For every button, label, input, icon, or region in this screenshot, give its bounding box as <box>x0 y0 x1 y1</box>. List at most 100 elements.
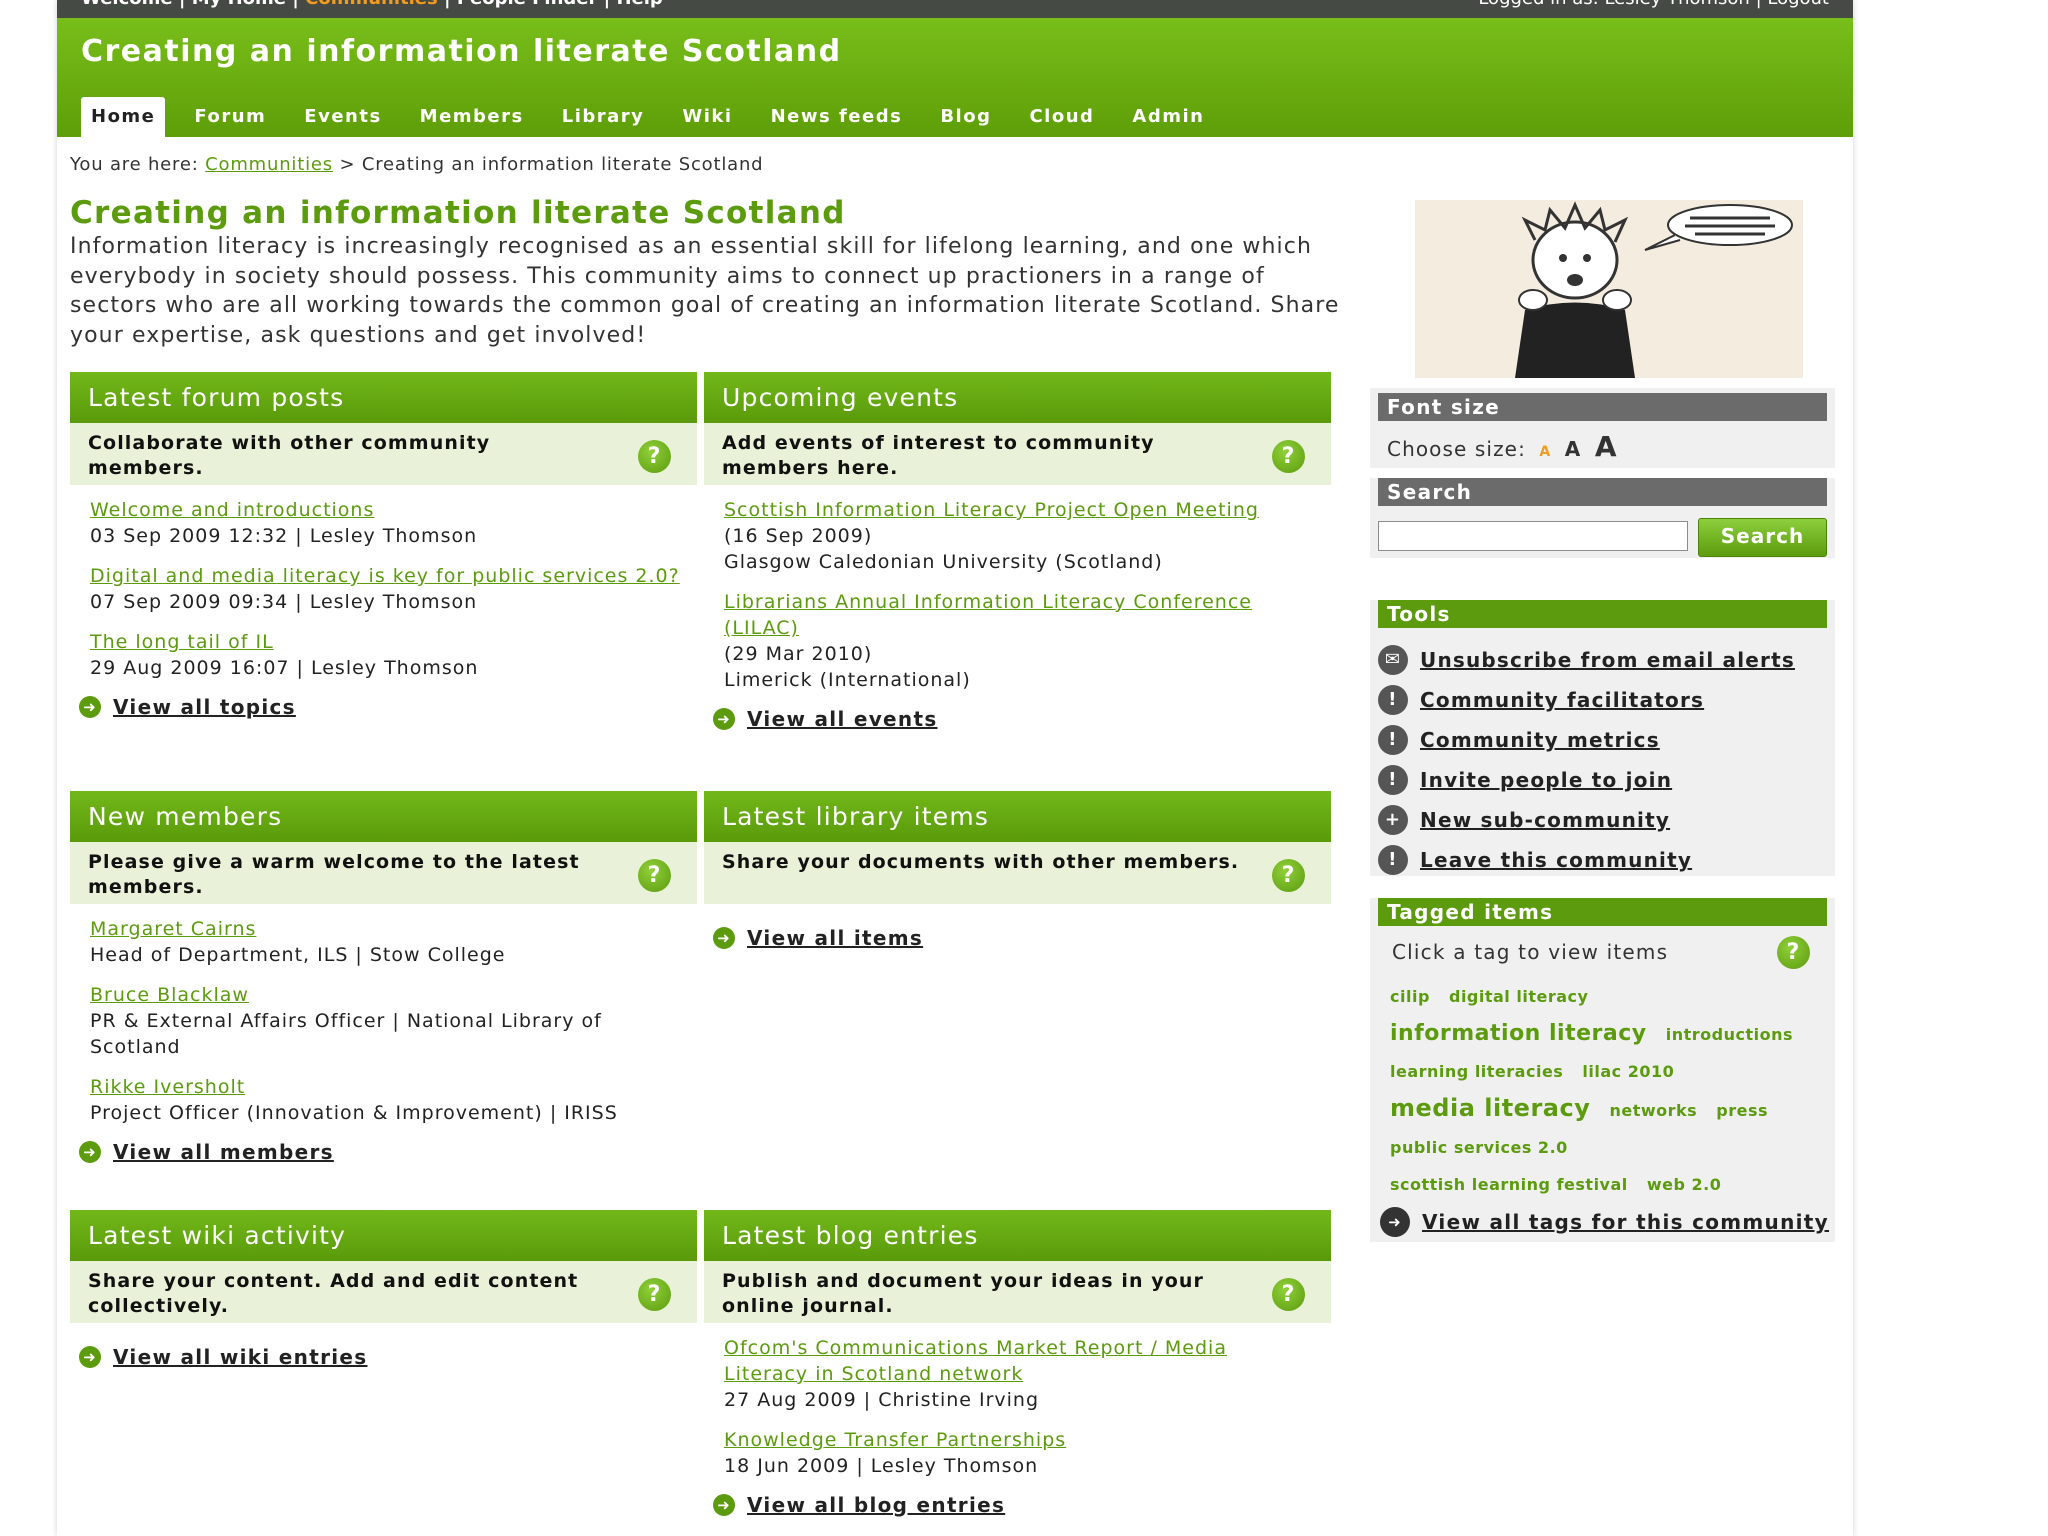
tool-link[interactable]: Community facilitators <box>1420 688 1704 712</box>
member-link[interactable]: Margaret Cairns <box>90 918 256 940</box>
view-all-wiki-link[interactable]: View all wiki entries <box>113 1345 367 1369</box>
tag-link[interactable]: learning literacies <box>1390 1062 1563 1081</box>
blog-entry-link[interactable]: Ofcom's Communications Market Report / M… <box>724 1337 1227 1385</box>
tags-intro-text: Click a tag to view items <box>1392 940 1669 964</box>
view-all-blog-entries[interactable]: ➜ View all blog entries <box>713 1493 1331 1517</box>
tab-blog[interactable]: Blog <box>921 97 1010 137</box>
tool-link[interactable]: Unsubscribe from email alerts <box>1420 648 1795 672</box>
font-size-large-button[interactable]: A <box>1595 430 1618 463</box>
help-icon[interactable]: ? <box>1272 859 1305 892</box>
tag-link[interactable]: introductions <box>1666 1025 1793 1044</box>
tag-link[interactable]: media literacy <box>1390 1094 1590 1122</box>
tool-community-metrics[interactable]: ! Community metrics <box>1370 720 1835 760</box>
arrow-right-icon: ➜ <box>79 1346 101 1368</box>
help-icon[interactable]: ? <box>1272 440 1305 473</box>
blog-entry-link[interactable]: Knowledge Transfer Partnerships <box>724 1429 1066 1451</box>
tool-community-facilitators[interactable]: ! Community facilitators <box>1370 680 1835 720</box>
logged-in-text: Logged in as: Lesley Thomson <box>1478 0 1750 9</box>
search-button[interactable]: Search <box>1698 518 1827 557</box>
view-all-events[interactable]: ➜ View all events <box>713 707 1331 731</box>
tab-members[interactable]: Members <box>401 97 543 137</box>
view-all-topics[interactable]: ➜ View all topics <box>79 695 697 719</box>
tool-link[interactable]: Community metrics <box>1420 728 1660 752</box>
topbar-link-welcome[interactable]: Welcome <box>81 0 173 9</box>
member-link[interactable]: Rikke Iversholt <box>90 1076 245 1098</box>
topbar-link-communities[interactable]: Communities <box>305 0 438 9</box>
forum-post-link[interactable]: Welcome and introductions <box>90 499 374 521</box>
library-panel-title: Latest library items <box>704 791 1331 851</box>
tag-link[interactable]: lilac 2010 <box>1582 1062 1674 1081</box>
event-date: (29 Mar 2010) <box>724 643 873 665</box>
help-icon[interactable]: ? <box>1272 1278 1305 1311</box>
wiki-panel-title: Latest wiki activity <box>70 1210 697 1270</box>
view-all-events-link[interactable]: View all events <box>747 707 938 731</box>
tag-link[interactable]: networks <box>1609 1101 1697 1120</box>
view-all-members-link[interactable]: View all members <box>113 1140 334 1164</box>
view-all-items[interactable]: ➜ View all items <box>713 926 1331 950</box>
events-panel-subtitle: Add events of interest to community memb… <box>704 423 1331 485</box>
tool-link[interactable]: Invite people to join <box>1420 768 1672 792</box>
tab-admin[interactable]: Admin <box>1113 97 1223 137</box>
help-icon[interactable]: ? <box>638 1278 671 1311</box>
member-link[interactable]: Bruce Blacklaw <box>90 984 249 1006</box>
arrow-right-icon: ➜ <box>713 1494 735 1516</box>
members-subtitle-text: Please give a warm welcome to the latest… <box>88 851 580 898</box>
tab-news-feeds[interactable]: News feeds <box>752 97 922 137</box>
breadcrumb: You are here: Communities > Creating an … <box>70 154 763 175</box>
search-input[interactable] <box>1378 521 1688 551</box>
logout-link[interactable]: Logout <box>1767 0 1829 9</box>
help-icon[interactable]: ? <box>1777 936 1810 969</box>
view-all-members[interactable]: ➜ View all members <box>79 1140 697 1164</box>
tab-wiki[interactable]: Wiki <box>663 97 751 137</box>
forum-subtitle-text: Collaborate with other community members… <box>88 432 491 479</box>
breadcrumb-link-communities[interactable]: Communities <box>205 154 333 175</box>
exclamation-icon: ! <box>1378 725 1408 755</box>
view-all-wiki-entries[interactable]: ➜ View all wiki entries <box>79 1345 697 1369</box>
forum-post-link[interactable]: The long tail of IL <box>90 631 274 653</box>
tool-new-sub-community[interactable]: + New sub-community <box>1370 800 1835 840</box>
tool-link[interactable]: Leave this community <box>1420 848 1692 872</box>
tag-link[interactable]: press <box>1716 1101 1768 1120</box>
tool-link[interactable]: New sub-community <box>1420 808 1670 832</box>
event-place: Glasgow Caledonian University (Scotland) <box>724 551 1163 573</box>
exclamation-icon: ! <box>1378 765 1408 795</box>
topbar-link-help[interactable]: Help <box>616 0 662 9</box>
tag-link[interactable]: information literacy <box>1390 1021 1647 1046</box>
topbar-link-people-finder[interactable]: People Finder <box>457 0 598 9</box>
view-all-tags[interactable]: ➜ View all tags for this community <box>1380 1207 1835 1237</box>
tab-events[interactable]: Events <box>285 97 400 137</box>
tag-link[interactable]: cilip <box>1390 987 1430 1006</box>
view-all-tags-link[interactable]: View all tags for this community <box>1422 1210 1829 1234</box>
tab-cloud[interactable]: Cloud <box>1010 97 1113 137</box>
view-all-blog-link[interactable]: View all blog entries <box>747 1493 1005 1517</box>
tab-forum[interactable]: Forum <box>175 97 285 137</box>
font-size-title: Font size <box>1378 393 1827 421</box>
topbar-link-my-home[interactable]: My Home <box>192 0 286 9</box>
event-link[interactable]: Librarians Annual Information Literacy C… <box>724 591 1252 639</box>
blog-panel-subtitle: Publish and document your ideas in your … <box>704 1261 1331 1323</box>
event-link[interactable]: Scottish Information Literacy Project Op… <box>724 499 1259 521</box>
help-icon[interactable]: ? <box>638 859 671 892</box>
forum-post-meta: 29 Aug 2009 16:07 | Lesley Thomson <box>90 657 479 679</box>
library-panel: Latest library items Share your document… <box>704 791 1331 950</box>
tool-unsubscribe[interactable]: ✉ Unsubscribe from email alerts <box>1370 640 1835 680</box>
tag-link[interactable]: digital literacy <box>1449 987 1588 1006</box>
tag-link[interactable]: web 2.0 <box>1647 1175 1722 1194</box>
community-cartoon-image <box>1415 200 1803 378</box>
arrow-right-icon: ➜ <box>1380 1207 1410 1237</box>
wiki-subtitle-text: Share your content. Add and edit content… <box>88 1270 579 1317</box>
forum-post-meta: 07 Sep 2009 09:34 | Lesley Thomson <box>90 591 478 613</box>
tag-link[interactable]: scottish learning festival <box>1390 1175 1628 1194</box>
forum-post-link[interactable]: Digital and media literacy is key for pu… <box>90 565 680 587</box>
view-all-items-link[interactable]: View all items <box>747 926 923 950</box>
tool-leave-community[interactable]: ! Leave this community <box>1370 840 1835 880</box>
tool-invite-people[interactable]: ! Invite people to join <box>1370 760 1835 800</box>
tab-library[interactable]: Library <box>543 97 664 137</box>
help-icon[interactable]: ? <box>638 440 671 473</box>
font-size-medium-button[interactable]: A <box>1565 437 1582 461</box>
view-all-topics-link[interactable]: View all topics <box>113 695 296 719</box>
events-panel-title: Upcoming events <box>704 372 1331 432</box>
font-size-small-button[interactable]: A <box>1539 444 1551 460</box>
tab-home[interactable]: Home <box>81 97 166 137</box>
tag-link[interactable]: public services 2.0 <box>1390 1138 1568 1157</box>
